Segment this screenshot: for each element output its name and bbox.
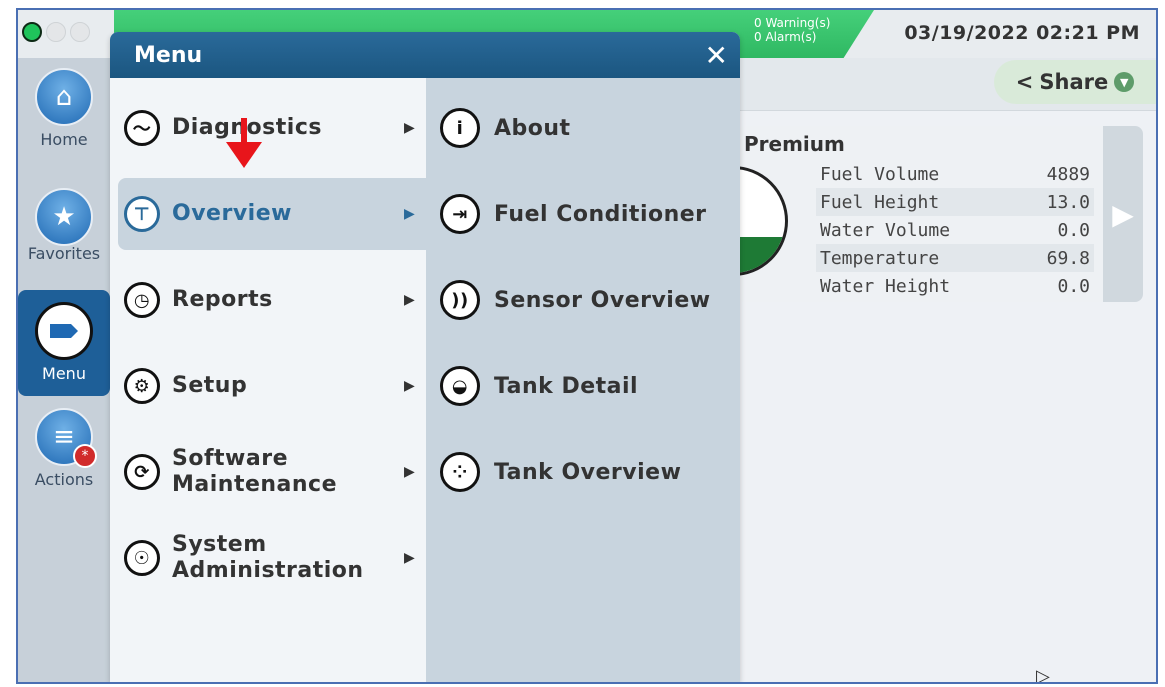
- submenu-item-label: Fuel Conditioner: [494, 201, 707, 227]
- share-icon: <: [1015, 70, 1034, 94]
- tank-card[interactable]: Premium Fuel Volume 4889 Fuel Height 13.0 Wa…: [678, 126, 1143, 302]
- nav-favorites-label: Favorites: [27, 244, 101, 263]
- tank-reading-row: Temperature 69.8: [816, 244, 1094, 272]
- submenu-item-sensor-overview[interactable]: )) Sensor Overview: [440, 264, 740, 336]
- window-button[interactable]: [70, 22, 90, 42]
- chevron-right-icon: ▶: [404, 206, 416, 222]
- reading-label: Fuel Height: [816, 188, 1019, 216]
- tank-overview-icon: ⁘: [440, 452, 480, 492]
- clock-icon: ◷: [124, 282, 160, 318]
- submenu-item-tank-detail[interactable]: ◒ Tank Detail: [440, 350, 740, 422]
- info-icon: i: [440, 108, 480, 148]
- menu-item-label: Overview: [172, 201, 292, 226]
- menu-main-list: 〜Diagnostics▶⊤Overview▶◷Reports▶⚙Setup▶⟳…: [110, 78, 426, 682]
- menu-item-software-maintenance[interactable]: ⟳ Software Maintenance ▶: [118, 436, 426, 508]
- next-arrow-icon[interactable]: ▶: [1103, 126, 1143, 302]
- menu-header: Menu ✕: [110, 32, 740, 78]
- window-button[interactable]: [46, 22, 66, 42]
- menu-item-label: Diagnostics: [172, 115, 404, 141]
- tank-detail-icon: ◒: [440, 366, 480, 406]
- reading-value: 13.0: [1018, 188, 1094, 216]
- submenu-item-fuel-conditioner[interactable]: ⇥ Fuel Conditioner: [440, 178, 740, 250]
- actions-badge: *: [73, 444, 97, 468]
- reading-value: 0.0: [1057, 219, 1090, 241]
- nav-actions-label: Actions: [34, 470, 94, 489]
- chevron-right-icon: ▶: [404, 120, 416, 136]
- tank-reading-row: Fuel Height 13.0: [816, 188, 1094, 216]
- reading-label: Water Height: [820, 275, 951, 297]
- menu-item-label: Reports: [172, 287, 273, 312]
- warning-count: 0 Warning(s): [754, 16, 831, 30]
- red-arrow-stem: [241, 118, 247, 144]
- menu-panel: Menu ✕ 〜Diagnostics▶⊤Overview▶◷Reports▶⚙…: [110, 32, 740, 682]
- status-light-icon: [22, 22, 42, 42]
- nav-favorites[interactable]: ★ Favorites: [18, 188, 110, 280]
- share-button[interactable]: < Share ▼: [994, 60, 1156, 104]
- nav-menu[interactable]: Menu: [18, 290, 110, 396]
- submenu-item-about[interactable]: i About: [440, 92, 740, 164]
- menu-item-label: System Administration: [172, 532, 364, 583]
- reading-value: 0.0: [1057, 275, 1090, 297]
- sensor-icon: )): [440, 280, 480, 320]
- fuel-conditioner-icon: ⇥: [440, 194, 480, 234]
- chevron-right-icon: ▶: [404, 550, 416, 566]
- nav-home-label: Home: [40, 130, 88, 149]
- admin-icon: ☉: [124, 540, 160, 576]
- reading-value: 69.8: [1018, 244, 1094, 272]
- menu-item-setup[interactable]: ⚙ Setup ▶: [118, 350, 426, 422]
- overview-icon: ⊤: [124, 196, 160, 232]
- reading-label: Temperature: [816, 244, 1019, 272]
- chevron-down-icon: ▼: [1114, 72, 1135, 92]
- diagnostics-icon: 〜: [124, 110, 160, 146]
- nav-actions[interactable]: ≡ * Actions: [18, 408, 110, 500]
- reading-value: 4889: [1046, 163, 1090, 185]
- star-icon: ★: [35, 188, 93, 246]
- menu-item-reports[interactable]: ◷ Reports ▶: [118, 264, 426, 336]
- tank-readings-table: Fuel Volume 4889 Fuel Height 13.0 Water Volu…: [816, 160, 1094, 300]
- red-arrow-head: [226, 142, 262, 168]
- mouse-cursor-icon: ▷: [1036, 666, 1050, 684]
- tank-reading-row: Water Volume 0.0: [816, 216, 1094, 244]
- submenu-item-label: About: [494, 115, 571, 141]
- tank-reading-row: Fuel Volume 4889: [816, 160, 1094, 188]
- menu-item-label: Setup: [172, 373, 248, 398]
- chevron-right-icon: ▶: [404, 464, 416, 480]
- actions-icon: ≡ *: [35, 408, 97, 468]
- reading-label: Fuel Volume: [820, 163, 940, 185]
- menu-title: Menu: [134, 42, 203, 68]
- menu-submenu-list: i About ⇥ Fuel Conditioner)) Sensor Overview…: [426, 78, 740, 682]
- warning-alarm-counts[interactable]: 0 Warning(s) 0 Alarm(s): [754, 16, 830, 44]
- submenu-item-label: Tank Detail: [494, 373, 639, 399]
- submenu-item-tank-overview[interactable]: ⁘ Tank Overview: [440, 436, 740, 508]
- gear-icon: ⚙: [124, 368, 160, 404]
- left-nav: ⌂ Home ★ Favorites Menu ≡ * Actions: [18, 58, 110, 682]
- datetime-display: 03/19/2022 02:21 PM: [904, 22, 1140, 44]
- tank-name: Premium: [744, 132, 845, 156]
- menu-item-overview[interactable]: ⊤ Overview ▶: [118, 178, 426, 250]
- home-icon: ⌂: [35, 68, 93, 126]
- nav-home[interactable]: ⌂ Home: [18, 68, 110, 160]
- reading-label: Water Volume: [820, 219, 951, 241]
- menu-tag-icon: [35, 302, 93, 360]
- submenu-item-label: Tank Overview: [494, 459, 682, 485]
- refresh-icon: ⟳: [124, 454, 160, 490]
- nav-menu-label: Menu: [42, 364, 86, 383]
- chevron-right-icon: ▶: [404, 292, 416, 308]
- share-label: Share: [1039, 70, 1109, 94]
- window-controls: [22, 22, 90, 42]
- menu-item-label: Software Maintenance: [172, 446, 338, 497]
- close-icon[interactable]: ✕: [705, 39, 728, 72]
- app-window: 0 Warning(s) 0 Alarm(s) 03/19/2022 02:21…: [16, 8, 1158, 684]
- alarm-count: 0 Alarm(s): [754, 30, 817, 44]
- submenu-item-label: Sensor Overview: [494, 287, 711, 313]
- tank-reading-row: Water Height 0.0: [816, 272, 1094, 300]
- chevron-right-icon: ▶: [404, 378, 416, 394]
- menu-item-system-administration[interactable]: ☉ System Administration ▶: [118, 522, 426, 594]
- menu-item-diagnostics[interactable]: 〜 Diagnostics▶: [118, 92, 426, 164]
